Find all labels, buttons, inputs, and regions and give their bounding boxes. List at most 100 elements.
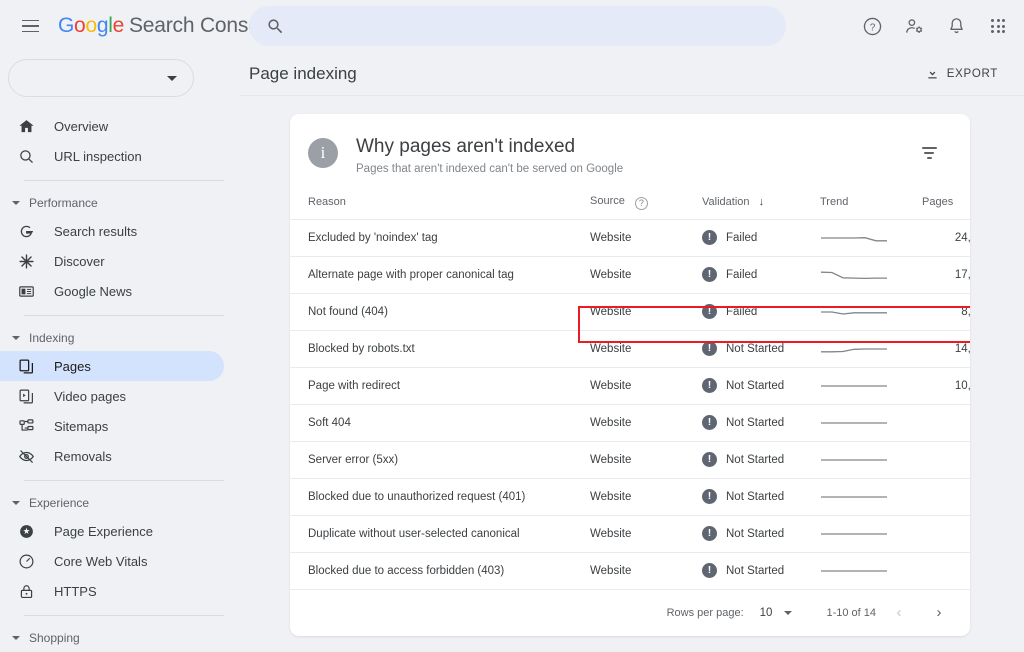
sidebar-item-pages[interactable]: Pages [0, 351, 224, 381]
table-row[interactable]: Not found (404)Website !Failed 8,808 [290, 293, 970, 330]
sidebar-item-video-pages[interactable]: Video pages [0, 381, 224, 411]
notifications-bell-icon[interactable] [938, 8, 974, 44]
reason-text: Alternate page with proper canonical tag [308, 269, 514, 281]
sidebar-item-sitemaps[interactable]: Sitemaps [0, 411, 224, 441]
table-row[interactable]: Server error (5xx)Website!Not Started37 [290, 441, 970, 478]
video-page-icon [16, 386, 36, 406]
pages-copy-icon [16, 356, 36, 376]
trend-sparkline [820, 415, 888, 431]
page-experience-icon [16, 521, 36, 541]
google-apps-icon[interactable] [980, 8, 1016, 44]
source-text: Website [590, 306, 631, 318]
column-header-reason[interactable]: Reason [290, 179, 590, 219]
sidebar-group-performance[interactable]: Performance [0, 190, 240, 216]
trend-sparkline [820, 378, 888, 394]
cell-reason[interactable]: Duplicate without user-selected canonica… [290, 515, 590, 552]
info-icon: i [308, 138, 338, 168]
filter-list-icon[interactable] [912, 136, 946, 170]
table-row[interactable]: Blocked by robots.txtWebsite!Not Started… [290, 330, 970, 367]
hamburger-icon[interactable] [10, 6, 50, 46]
cell-reason[interactable]: Excluded by 'noindex' tag [290, 219, 590, 256]
property-selector[interactable] [8, 59, 194, 97]
sidebar-item-core-web-vitals[interactable]: Core Web Vitals [0, 546, 224, 576]
sidebar-item-url-inspection[interactable]: URL inspection [0, 141, 224, 171]
chevron-right-icon[interactable]: › [922, 596, 956, 630]
table-row[interactable]: Excluded by 'noindex' tagWebsite!Failed 2… [290, 219, 970, 256]
validation-status-text: Not Started [726, 491, 784, 503]
sidebar-item-page-experience[interactable]: Page Experience [0, 516, 224, 546]
sidebar-item-https[interactable]: HTTPS [0, 576, 224, 606]
why-pages-arent-indexed-card: i Why pages aren't indexed Pages that ar… [290, 114, 970, 636]
home-icon [16, 116, 36, 136]
sidebar-item-label: Pages [54, 359, 91, 374]
column-header-validation[interactable]: Validation ↓ [702, 179, 820, 219]
rows-per-page-select[interactable]: 10 [760, 607, 793, 619]
cell-pages: 20 [922, 552, 970, 589]
chevron-down-icon [12, 501, 20, 505]
reason-text: Server error (5xx) [308, 454, 398, 466]
validation-status-text: Failed [726, 269, 757, 281]
export-button[interactable]: EXPORT [921, 60, 1002, 87]
sidebar-group-shopping[interactable]: Shopping [0, 625, 240, 651]
cell-reason[interactable]: Page with redirect [290, 367, 590, 404]
source-text: Website [590, 343, 631, 355]
eye-off-icon [16, 446, 36, 466]
search-input[interactable] [285, 18, 786, 34]
cell-reason[interactable]: Blocked by robots.txt [290, 330, 590, 367]
cell-source: Website [590, 478, 702, 515]
cell-reason[interactable]: Not found (404) [290, 293, 590, 330]
trend-sparkline [820, 230, 888, 246]
cell-source: Website [590, 515, 702, 552]
cell-source: Website [590, 219, 702, 256]
table-row[interactable]: Blocked due to access forbidden (403)Web… [290, 552, 970, 589]
cell-source: Website [590, 367, 702, 404]
sidebar-item-google-news[interactable]: Google News [0, 276, 224, 306]
sidebar-item-overview[interactable]: Overview [0, 111, 224, 141]
cell-source: Website [590, 441, 702, 478]
table-row[interactable]: Duplicate without user-selected canonica… [290, 515, 970, 552]
cell-validation: !Not Started [702, 552, 820, 589]
pages-count: 24,846 [955, 232, 970, 244]
download-icon [925, 66, 940, 81]
cell-pages: 14,403 [922, 330, 970, 367]
rows-per-page-label: Rows per page: [667, 607, 744, 619]
validation-status-text: Not Started [726, 343, 784, 355]
table-row[interactable]: Blocked due to unauthorized request (401… [290, 478, 970, 515]
search-bar[interactable] [249, 6, 786, 46]
cell-reason[interactable]: Soft 404 [290, 404, 590, 441]
page-indexing-screen: Google Search Console ? [0, 0, 1024, 652]
help-icon[interactable]: ? [854, 8, 890, 44]
table-row[interactable]: Page with redirectWebsite!Not Started10,… [290, 367, 970, 404]
sidebar-item-discover[interactable]: Discover [0, 246, 224, 276]
column-header-pages[interactable]: Pages [922, 179, 970, 219]
table-row[interactable]: Soft 404Website!Not Started120 [290, 404, 970, 441]
cell-source: Website [590, 404, 702, 441]
cell-reason[interactable]: Alternate page with proper canonical tag [290, 256, 590, 293]
sidebar-item-removals[interactable]: Removals [0, 441, 224, 471]
help-icon[interactable]: ? [635, 197, 648, 210]
sidebar-item-search-results[interactable]: Search results [0, 216, 224, 246]
cell-reason[interactable]: Blocked due to unauthorized request (401… [290, 478, 590, 515]
cell-source: Website [590, 256, 702, 293]
sidebar-group-indexing[interactable]: Indexing [0, 325, 240, 351]
cell-reason[interactable]: Blocked due to access forbidden (403) [290, 552, 590, 589]
column-header-trend[interactable]: Trend [820, 179, 922, 219]
card-zone: i Why pages aren't indexed Pages that ar… [240, 96, 1024, 636]
validation-status-text: Not Started [726, 528, 784, 540]
chevron-down-icon [167, 76, 177, 81]
pages-count: 8,808 [961, 306, 970, 318]
table-header: Reason Source ? Validation ↓ T [290, 179, 970, 219]
cell-reason[interactable]: Server error (5xx) [290, 441, 590, 478]
column-header-source[interactable]: Source ? [590, 179, 702, 219]
cell-validation: !Failed [702, 293, 820, 330]
source-text: Website [590, 565, 631, 577]
table-row[interactable]: Alternate page with proper canonical tag… [290, 256, 970, 293]
news-icon [16, 281, 36, 301]
error-exclamation-icon: ! [702, 452, 717, 467]
chevron-left-icon[interactable]: ‹ [882, 596, 916, 630]
account-settings-icon[interactable] [896, 8, 932, 44]
cell-trend [820, 404, 922, 441]
chevron-down-icon [12, 201, 20, 205]
sidebar-group-experience[interactable]: Experience [0, 490, 240, 516]
cell-validation: !Failed [702, 219, 820, 256]
